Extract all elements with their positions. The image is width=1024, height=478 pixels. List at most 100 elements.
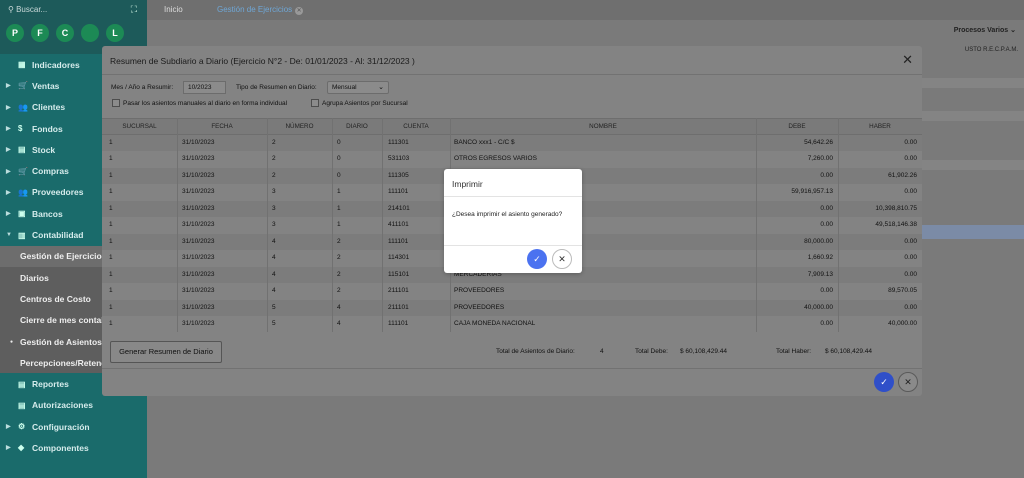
- table-cell: 40,000.00: [804, 303, 833, 311]
- table-cell: 1,660.92: [807, 254, 833, 261]
- column-header[interactable]: DIARIO: [332, 119, 382, 136]
- mes-label: Mes / Año a Resumir:: [111, 84, 174, 91]
- table-cell: 3: [272, 221, 276, 228]
- shortcut-button[interactable]: L: [106, 24, 124, 42]
- expand-icon[interactable]: ⛶: [131, 4, 137, 15]
- table-cell: 2: [337, 254, 341, 261]
- menu-icon: 👥: [18, 187, 28, 197]
- sidebar-search[interactable]: ⚲ Buscar...: [8, 5, 47, 14]
- dialog-cancel-button[interactable]: ✕: [552, 249, 572, 269]
- table-cell: 114301: [388, 254, 410, 261]
- sidebar-item[interactable]: ▶ ◆ Componentes: [0, 437, 147, 458]
- submenu-item-label: Cierre de mes contable: [20, 315, 114, 326]
- sidebar-item-label: Contabilidad: [32, 230, 84, 241]
- sidebar-item[interactable]: ▶ ⚙ Configuración: [0, 416, 147, 437]
- column-header[interactable]: CUENTA: [382, 119, 450, 136]
- table-cell: PROVEEDORES: [454, 303, 505, 311]
- column-divider: [177, 118, 178, 332]
- table-cell: 1: [337, 221, 341, 228]
- chevron-down-icon: ⌄: [1010, 27, 1016, 34]
- dialog-confirm-button[interactable]: ✓: [527, 249, 547, 269]
- manual-checkbox-label: Pasar los asientos manuales al diario en…: [123, 100, 288, 107]
- column-header[interactable]: NOMBRE: [450, 119, 756, 136]
- shortcut-button[interactable]: F: [31, 24, 49, 42]
- menu-icon: $: [18, 124, 23, 134]
- menu-icon: ▦: [18, 60, 26, 70]
- table-cell: OTROS EGRESOS VARIOS: [454, 155, 537, 162]
- table-cell: 4: [272, 237, 276, 245]
- chevron-icon: ▶: [6, 189, 11, 196]
- manual-checkbox[interactable]: [112, 99, 120, 107]
- divider: [444, 245, 582, 246]
- table-header-row: SUCURSAL FECHA NÚMERO DIARIO CUENTA NOMBRE DEB…: [102, 118, 922, 135]
- tipo-value: Mensual: [332, 84, 357, 91]
- shortcut-button[interactable]: P: [6, 24, 24, 42]
- menu-icon: ▣: [18, 209, 26, 219]
- column-header[interactable]: HABER: [838, 119, 922, 136]
- table-cell: 0.00: [904, 303, 917, 311]
- table-cell: 0.00: [904, 188, 917, 195]
- table-cell: 1: [109, 270, 113, 278]
- divider: [102, 74, 922, 75]
- table-cell: 0.00: [904, 138, 917, 146]
- table-cell: 4: [272, 287, 276, 294]
- tab-inicio[interactable]: Inicio: [164, 5, 183, 14]
- table-cell: 1: [337, 204, 341, 212]
- table-cell: 31/10/2023: [182, 237, 215, 245]
- cancel-button[interactable]: ✕: [898, 372, 918, 392]
- close-icon[interactable]: ✕: [295, 7, 304, 15]
- sidebar-item-label: Stock: [32, 144, 56, 155]
- table-cell: 1: [109, 221, 113, 228]
- sidebar-item-label: Bancos: [32, 208, 63, 219]
- close-icon: ✕: [558, 253, 566, 264]
- submenu-item-label: Gestión de Ejercicios: [20, 251, 107, 262]
- menu-icon: ▤: [18, 379, 26, 389]
- column-header[interactable]: FECHA: [177, 119, 267, 136]
- total-debe-value: $ 60,108,429.44: [680, 348, 727, 355]
- close-icon: ✕: [904, 376, 912, 387]
- table-cell: 0.00: [820, 171, 833, 179]
- table-cell: 1: [109, 188, 113, 195]
- table-cell: 0.00: [904, 254, 917, 261]
- table-cell: 0.00: [904, 270, 917, 278]
- table-row[interactable]: 1 31/10/2023 5 4 211101 PROVEEDORES 40,000.00 0…: [102, 299, 922, 316]
- column-header[interactable]: NÚMERO: [267, 119, 332, 136]
- tab-gestion-ejercicios[interactable]: Gestión de Ejercicios ✕: [217, 5, 304, 15]
- bullet-icon: ●: [10, 338, 14, 345]
- sucursal-checkbox[interactable]: [311, 99, 319, 107]
- column-header[interactable]: DEBE: [756, 119, 838, 136]
- generate-resumen-button[interactable]: Generar Resumen de Diario: [110, 341, 222, 363]
- table-cell: 31/10/2023: [182, 138, 215, 146]
- menu-icon: 🛒: [18, 166, 28, 176]
- table-cell: 0.00: [820, 204, 833, 212]
- column-header[interactable]: SUCURSAL: [102, 119, 177, 136]
- table-row[interactable]: 1 31/10/2023 4 2 211101 PROVEEDORES 0.00 89,570…: [102, 283, 922, 300]
- table-cell: 31/10/2023: [182, 270, 215, 278]
- chevron-icon: ▶: [6, 424, 11, 431]
- table-cell: 40,000.00: [888, 320, 917, 327]
- table-cell: 115101: [388, 270, 410, 278]
- modal-title: Resumen de Subdiario a Diario (Ejercicio…: [110, 56, 415, 66]
- table-row[interactable]: 1 31/10/2023 5 4 111101 CAJA MONEDA NACIONAL 0…: [102, 316, 922, 333]
- menu-icon: 👥: [18, 102, 28, 112]
- tipo-select[interactable]: Mensual ⌄: [327, 81, 389, 94]
- table-cell: 2: [272, 138, 276, 146]
- table-row[interactable]: 1 31/10/2023 2 0 111301 BANCO xxx1 - C/C $ 54,…: [102, 134, 922, 151]
- print-dialog: Imprimir ¿Desea imprimir el asiento gene…: [444, 169, 582, 273]
- confirm-button[interactable]: ✓: [874, 372, 894, 392]
- sidebar-item[interactable]: ▤ Autorizaciones: [0, 395, 147, 416]
- column-divider: [267, 118, 268, 332]
- procesos-label: Procesos Varios: [953, 27, 1009, 34]
- table-cell: 4: [272, 254, 276, 261]
- table-cell: 1: [109, 138, 113, 146]
- table-cell: 1: [109, 254, 113, 261]
- shortcut-button[interactable]: [81, 24, 99, 42]
- table-row[interactable]: 1 31/10/2023 2 0 531103 OTROS EGRESOS VARIOS 7…: [102, 151, 922, 168]
- procesos-varios-menu[interactable]: Procesos Varios ⌄: [954, 26, 1016, 34]
- column-divider: [382, 118, 383, 332]
- table-cell: 31/10/2023: [182, 204, 215, 212]
- close-icon[interactable]: ✕: [902, 52, 913, 68]
- chevron-icon: ▶: [6, 104, 11, 111]
- mes-input[interactable]: 10/2023: [183, 81, 226, 94]
- shortcut-button[interactable]: C: [56, 24, 74, 42]
